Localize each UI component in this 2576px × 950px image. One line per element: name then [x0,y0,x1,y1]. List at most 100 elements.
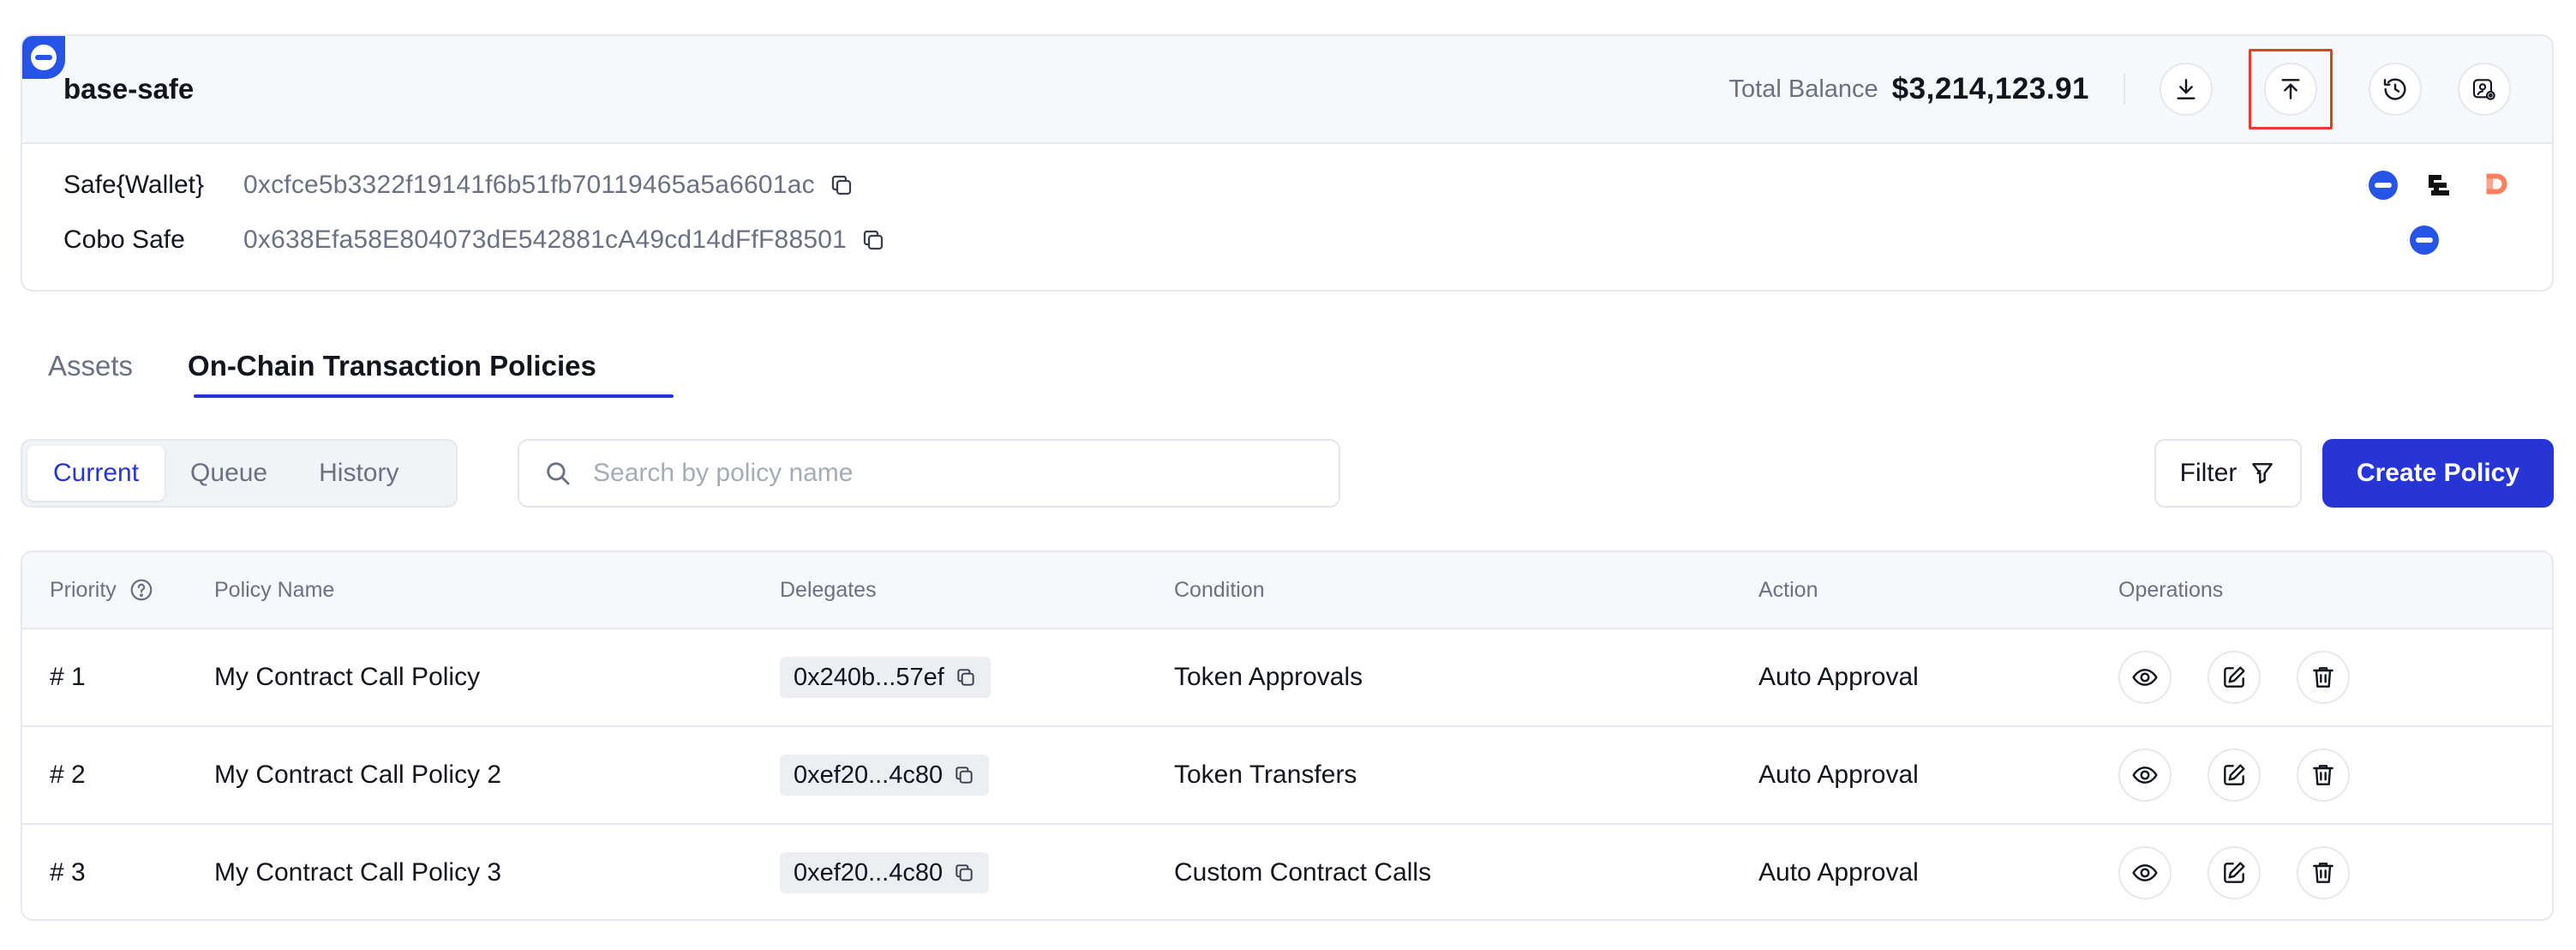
settings-icon [2472,79,2495,100]
search-input[interactable] [593,459,1313,488]
column-header-policy-name: Policy Name [214,577,335,602]
upload-icon [2281,79,2300,99]
column-header-operations: Operations [2118,577,2224,602]
edit-policy-button[interactable] [2208,846,2261,899]
policy-priority: # 2 [50,761,86,789]
segment-current[interactable]: Current [27,446,165,501]
copy-icon[interactable] [955,666,977,688]
safe-network-icon[interactable] [2410,225,2439,255]
delegate-address: 0x240b...57ef [794,663,944,691]
policy-action: Auto Approval [1758,858,1919,887]
search-icon [547,462,570,485]
active-tab-indicator [194,394,674,398]
policy-action: Auto Approval [1758,663,1919,691]
address-label: Safe{Wallet} [63,171,204,199]
safe-settings-button[interactable] [2458,63,2511,116]
policy-name: My Contract Call Policy 3 [214,858,502,887]
address-row-safe-wallet: Safe{Wallet} 0xcfce5b3322f19141f6b51fb70… [22,158,2552,213]
policy-condition: Token Transfers [1174,761,1357,789]
eye-icon [2132,864,2158,881]
view-policy-button[interactable] [2118,846,2172,899]
policies-table: Priority Policy Name Delegates Condition… [21,550,2554,921]
download-icon [2177,79,2196,99]
table-header: Priority Policy Name Delegates Condition… [22,552,2552,629]
delegate-address: 0xef20...4c80 [794,858,944,887]
operations-cell [2118,825,2386,919]
edit-policy-button[interactable] [2208,749,2261,802]
table-row: # 2 My Contract Call Policy 2 0xef20...4… [22,727,2552,825]
column-header-delegates: Delegates [780,577,877,602]
header-actions: Total Balance $3,214,123.91 [1729,49,2511,129]
trash-icon [2313,863,2333,883]
delegate-cell: 0x240b...57ef [780,629,991,725]
edit-icon [2224,862,2245,883]
delete-policy-button[interactable] [2297,846,2350,899]
policy-name: My Contract Call Policy 2 [214,761,502,789]
operations-cell [2118,629,2386,725]
network-icons [2384,213,2439,268]
address-label: Cobo Safe [63,225,185,254]
policy-condition: Custom Contract Calls [1174,858,1432,887]
create-policy-button[interactable]: Create Policy [2322,439,2554,508]
delete-policy-button[interactable] [2297,749,2350,802]
address-row-cobo-safe: Cobo Safe 0x638Efa58E804073dE542881cA49c… [22,213,2552,268]
segment-queue[interactable]: Queue [165,446,293,501]
tab-assets[interactable]: Assets [21,334,160,398]
deposit-button[interactable] [2160,63,2213,116]
edit-icon [2224,764,2245,785]
delegate-chip: 0xef20...4c80 [780,755,990,796]
highlight-box [2249,49,2333,129]
policy-priority: # 1 [50,663,86,691]
policy-condition: Token Approvals [1174,663,1363,691]
balance-value: $3,214,123.91 [1891,72,2089,105]
history-button[interactable] [2369,63,2422,116]
operations-cell [2118,727,2386,823]
eye-icon [2132,669,2158,686]
policy-priority: # 3 [50,858,86,887]
filter-icon [2252,463,2273,484]
address-value: 0xcfce5b3322f19141f6b51fb70119465a5a6601… [243,171,815,199]
filter-button[interactable]: Filter [2154,439,2302,508]
delegate-chip: 0x240b...57ef [780,657,991,698]
policy-name: My Contract Call Policy [214,663,481,691]
column-header-condition: Condition [1174,577,1265,602]
address-value: 0x638Efa58E804073dE542881cA49cd14dFfF885… [243,225,847,254]
debank-icon[interactable] [2480,170,2511,201]
segment-history[interactable]: History [293,446,424,501]
trash-icon [2313,667,2333,688]
delegate-cell: 0xef20...4c80 [780,825,990,919]
copy-icon[interactable] [829,172,854,198]
delegate-chip: 0xef20...4c80 [780,852,990,893]
safe-name: base-safe [63,73,195,105]
copy-icon[interactable] [953,764,975,786]
delegate-cell: 0xef20...4c80 [780,727,990,823]
view-policy-button[interactable] [2118,651,2172,704]
explorer-icon[interactable] [2423,170,2454,201]
help-icon[interactable] [129,577,154,603]
view-policy-button[interactable] [2118,749,2172,802]
policy-status-segmented-control: Current Queue History [21,439,458,508]
eye-icon [2132,767,2158,784]
delete-policy-button[interactable] [2297,651,2350,704]
trash-icon [2313,765,2333,785]
tab-on-chain-policies[interactable]: On-Chain Transaction Policies [160,334,624,398]
edit-icon [2224,666,2245,688]
balance-label: Total Balance [1728,75,1878,103]
network-icons [2343,158,2511,213]
safe-logo-icon [22,36,65,79]
search-box [518,439,1340,508]
copy-icon[interactable] [860,227,886,253]
table-row: # 1 My Contract Call Policy 0x240b...57e… [22,629,2552,727]
column-header-action: Action [1758,577,1818,602]
history-icon [2383,78,2406,100]
filter-label: Filter [2179,459,2238,487]
withdraw-button[interactable] [2264,63,2317,116]
column-header-priority: Priority [50,552,154,628]
policy-action: Auto Approval [1758,761,1919,789]
copy-icon[interactable] [953,862,975,884]
main-tabs: Assets On-Chain Transaction Policies [21,334,624,398]
table-row: # 3 My Contract Call Policy 3 0xef20...4… [22,825,2552,919]
edit-policy-button[interactable] [2208,651,2261,704]
safe-header: base-safe Total Balance $3,214,123.91 [22,36,2552,144]
safe-network-icon[interactable] [2369,171,2398,200]
